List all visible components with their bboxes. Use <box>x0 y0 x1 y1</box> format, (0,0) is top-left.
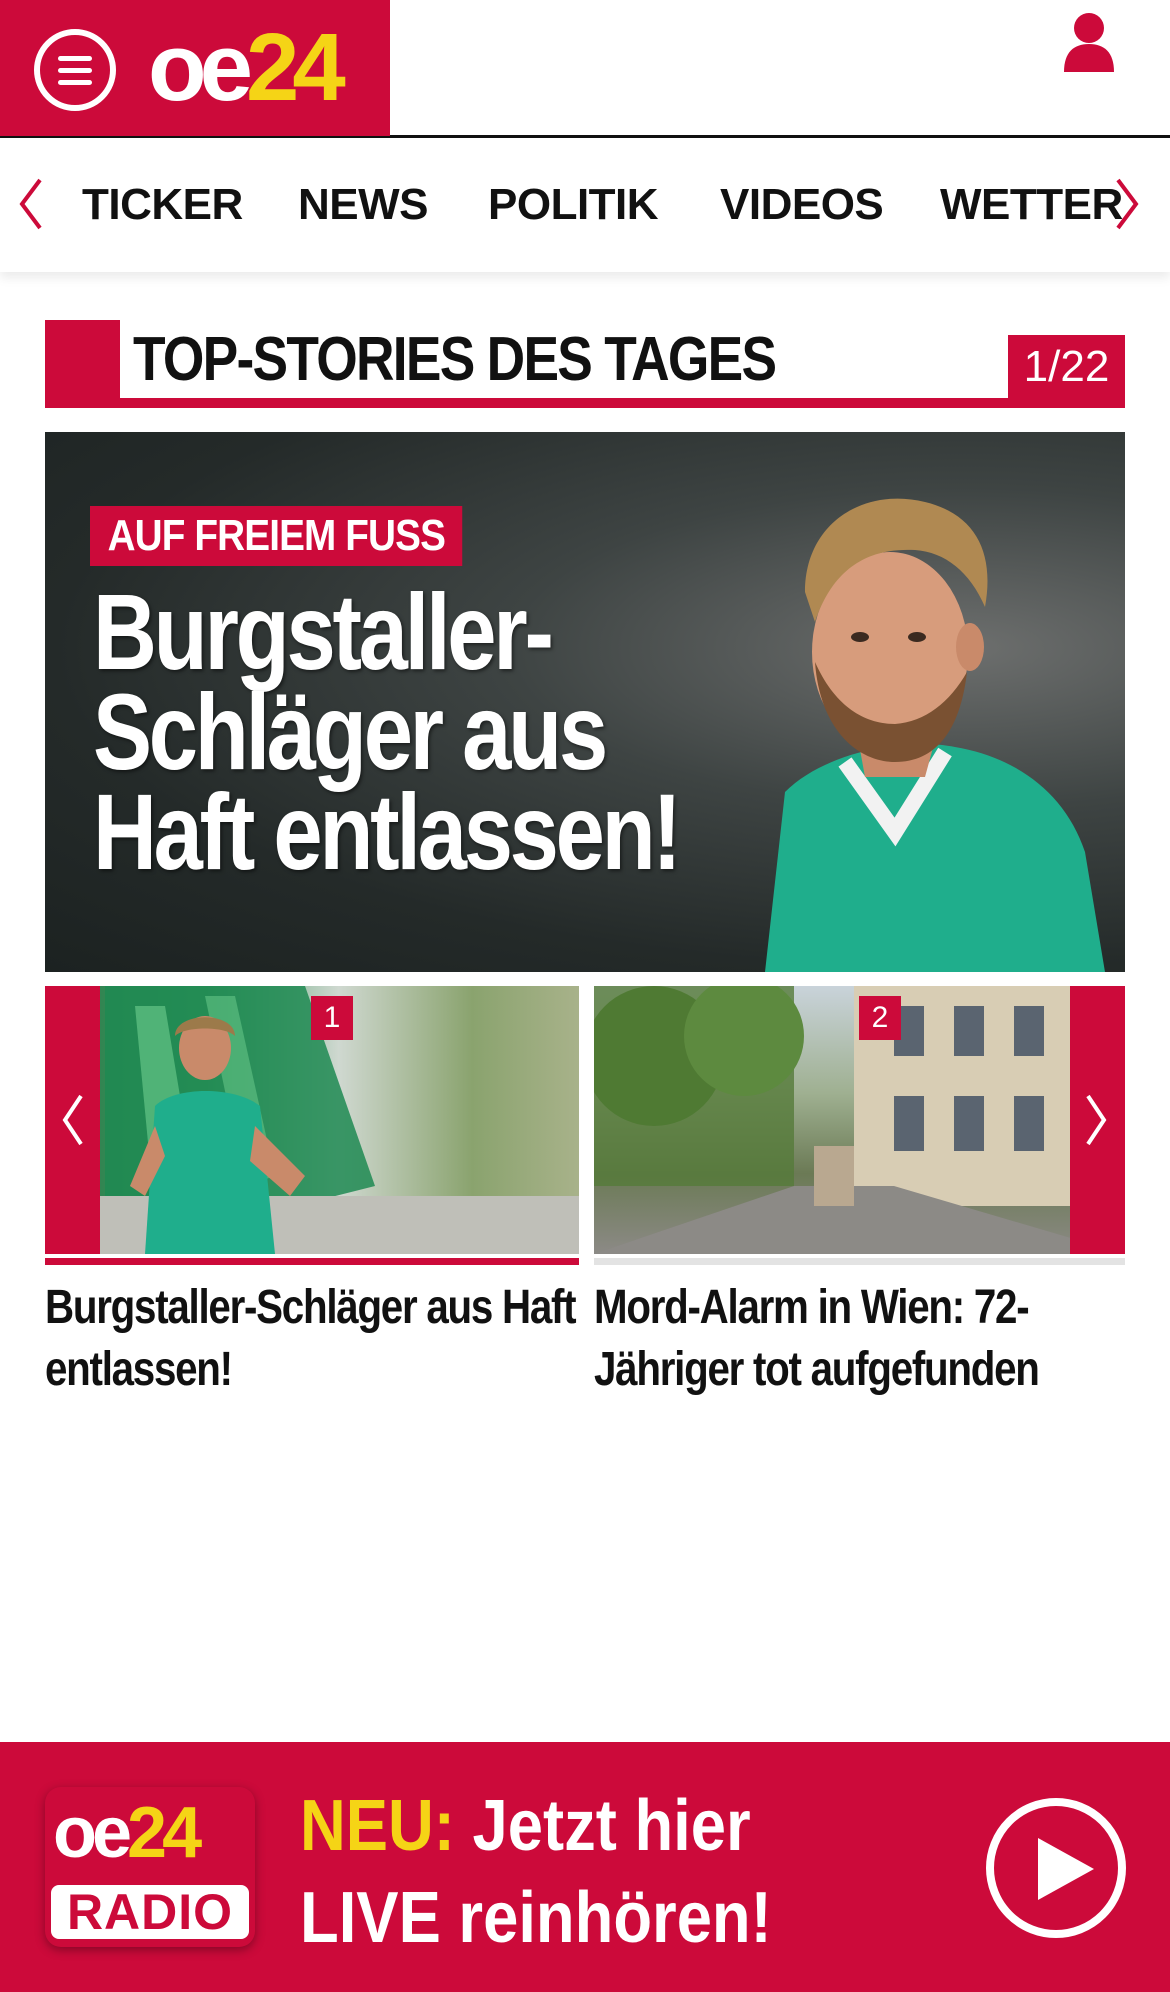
radio-promo-new: NEU: <box>300 1786 455 1866</box>
oe24-logo[interactable]: oe24 <box>148 18 346 118</box>
story-card-number: 2 <box>859 996 901 1040</box>
user-icon[interactable] <box>1062 12 1116 72</box>
story-counter: 1/22 <box>1008 335 1125 399</box>
story-card-indicator <box>594 1258 1125 1265</box>
section-title: TOP-STORIES DES TAGES <box>133 325 777 394</box>
chevron-left-icon <box>62 1094 83 1146</box>
site-header: oe24 <box>0 0 1170 138</box>
radio-promo-text[interactable]: NEU: Jetzt hier LIVE reinhören! <box>300 1780 772 1964</box>
carousel-prev-button[interactable] <box>45 986 100 1254</box>
hero-kicker: AUF FREIEM FUSS <box>90 506 463 566</box>
story-card-indicator <box>45 1258 579 1265</box>
chevron-right-icon <box>1086 1094 1107 1146</box>
oe24-radio-logo: oe24 RADIO <box>45 1787 255 1947</box>
hero-headline[interactable]: Burgstaller- Schläger aus Haft entlassen… <box>93 578 682 886</box>
logo-block: oe24 <box>0 0 390 136</box>
play-button[interactable] <box>986 1798 1126 1938</box>
radio-banner[interactable]: oe24 RADIO NEU: Jetzt hier LIVE reinhöre… <box>0 1742 1170 1992</box>
hamburger-menu-icon[interactable] <box>34 29 116 111</box>
stories-carousel: 1 Burgstaller-Schläger aus Haft entlasse… <box>45 986 1125 1396</box>
play-icon <box>1038 1838 1094 1900</box>
hero-story[interactable]: AUF FREIEM FUSS Burgstaller- Schläger au… <box>45 432 1125 972</box>
section-heading: TOP-STORIES DES TAGES 1/22 <box>45 320 1125 408</box>
nav-item-wetter[interactable]: WETTER <box>940 180 1123 230</box>
chevron-left-icon[interactable] <box>16 176 46 232</box>
story-card[interactable]: 2 Mord-Alarm in Wien: 72-Jähriger tot au… <box>594 986 1125 1401</box>
chevron-right-icon[interactable] <box>1112 176 1142 232</box>
section-accent <box>45 320 120 408</box>
nav-item-politik[interactable]: POLITIK <box>488 180 659 230</box>
nav-item-news[interactable]: NEWS <box>298 180 429 230</box>
nav-item-ticker[interactable]: TICKER <box>82 180 243 230</box>
story-card-title[interactable]: Burgstaller-Schläger aus Haft entlassen! <box>45 1277 583 1401</box>
carousel-next-button[interactable] <box>1070 986 1125 1254</box>
story-card-number: 1 <box>311 996 353 1040</box>
radio-label: RADIO <box>51 1885 249 1939</box>
nav-item-videos[interactable]: VIDEOS <box>720 180 884 230</box>
story-card-title[interactable]: Mord-Alarm in Wien: 72-Jähriger tot aufg… <box>594 1277 1132 1401</box>
story-card[interactable]: 1 Burgstaller-Schläger aus Haft entlasse… <box>45 986 579 1401</box>
category-nav: TICKER NEWS POLITIK VIDEOS WETTER <box>0 138 1170 272</box>
hero-player-image <box>765 498 1105 972</box>
